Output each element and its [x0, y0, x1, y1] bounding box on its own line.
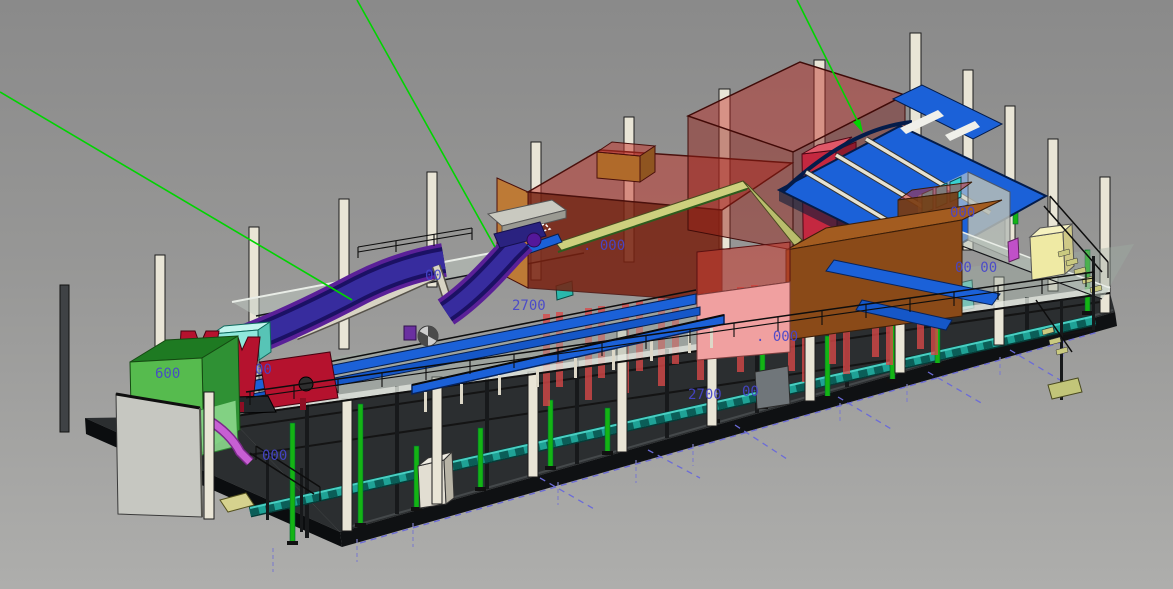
model-canvas[interactable]: 600 00 000 00 2700 . 000 2700 00 . 000 0… [0, 0, 1173, 589]
construction-line[interactable] [357, 0, 495, 247]
structural-column[interactable] [204, 392, 214, 519]
dimension-label[interactable]: 00 [255, 362, 272, 378]
magenta-box [1008, 238, 1019, 262]
dimension-label[interactable]: 2700 [512, 298, 546, 314]
dimension-label[interactable]: 000 [950, 205, 975, 221]
cad-viewport[interactable]: 600 00 000 00 2700 . 000 2700 00 . 000 0… [0, 0, 1173, 589]
dimension-label[interactable]: 00 00 [955, 260, 997, 276]
dimension-label[interactable]: 2700 [688, 387, 722, 403]
dimension-label[interactable]: 600 [155, 366, 180, 382]
dimension-label[interactable]: 00 [742, 384, 759, 400]
construction-line[interactable] [0, 92, 352, 300]
sphere-valve[interactable] [404, 326, 438, 346]
wall-panel[interactable] [116, 394, 202, 517]
dimension-label[interactable]: 00 [425, 268, 442, 284]
dimension-label[interactable]: . 000 [756, 329, 798, 345]
dimension-label[interactable]: 000 [262, 448, 287, 464]
dimension-label[interactable]: . 000 [583, 238, 625, 254]
